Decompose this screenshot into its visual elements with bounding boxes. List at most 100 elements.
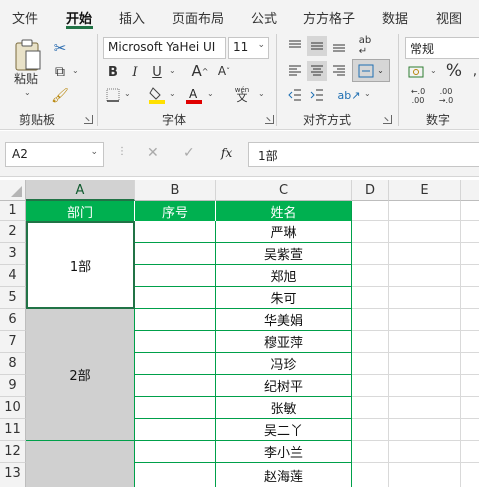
row-header-8[interactable]: 8 — [0, 353, 26, 375]
tab-fangfang[interactable]: 方方格子 — [303, 8, 355, 27]
borders-icon[interactable] — [104, 85, 122, 105]
name-cell[interactable]: 李小兰 — [216, 441, 352, 463]
header-cell-name[interactable]: 姓名 — [216, 201, 352, 221]
font-color-dropdown-icon[interactable]: ⌄ — [207, 89, 214, 98]
number-format-select[interactable]: 常规 — [405, 37, 479, 59]
comma-style-icon[interactable]: , — [469, 61, 479, 81]
table-cell[interactable] — [135, 265, 216, 287]
row-header-11[interactable]: 11 — [0, 419, 26, 441]
wrap-text-icon[interactable]: ab ↵ — [355, 35, 375, 57]
fill-color-dropdown-icon[interactable]: ⌄ — [169, 89, 176, 98]
borders-dropdown-icon[interactable]: ⌄ — [124, 89, 131, 98]
row-header-2[interactable]: 2 — [0, 221, 26, 243]
name-cell[interactable]: 郑旭 — [216, 265, 352, 287]
font-color-icon[interactable]: A — [184, 85, 204, 105]
font-launcher-icon[interactable] — [265, 115, 274, 124]
increase-decimal-icon[interactable]: ←.0.00 — [406, 85, 430, 107]
table-cell[interactable] — [135, 419, 216, 441]
row-header-9[interactable]: 9 — [0, 375, 26, 397]
font-size-select[interactable]: 11 ⌄ — [228, 37, 269, 59]
merged-cell-group[interactable]: 1部 — [26, 221, 135, 309]
tab-view[interactable]: 视图 — [436, 8, 462, 27]
name-cell[interactable]: 吴紫萱 — [216, 243, 352, 265]
top-align-icon[interactable] — [285, 36, 305, 56]
table-cell[interactable] — [135, 287, 216, 309]
name-cell[interactable]: 张敏 — [216, 397, 352, 419]
row-header-13[interactable]: 13 — [0, 463, 26, 487]
cancel-icon[interactable]: ✕ — [147, 145, 159, 161]
row-header-6[interactable]: 6 — [0, 309, 26, 331]
merge-center-button[interactable]: ⌄ — [352, 59, 390, 82]
fill-color-icon[interactable] — [148, 85, 166, 105]
bold-button[interactable]: B — [104, 62, 122, 82]
accounting-format-icon[interactable] — [406, 62, 426, 82]
table-cell[interactable] — [135, 353, 216, 375]
name-cell[interactable]: 赵海莲 — [216, 463, 352, 487]
merged-cell-group[interactable] — [26, 441, 135, 487]
phonetic-dropdown-icon[interactable]: ⌄ — [258, 89, 265, 98]
tab-formulas[interactable]: 公式 — [251, 8, 277, 27]
name-cell[interactable]: 纪树平 — [216, 375, 352, 397]
table-cell[interactable] — [135, 397, 216, 419]
phonetic-guide-icon[interactable]: wén 文 — [231, 83, 253, 105]
copy-icon[interactable]: ⧉ — [50, 62, 70, 82]
paste-label[interactable]: 粘贴 — [14, 70, 38, 87]
row-header-12[interactable]: 12 — [0, 441, 26, 463]
column-header-d[interactable]: D — [352, 180, 389, 201]
alignment-launcher-icon[interactable] — [383, 115, 392, 124]
insert-function-button[interactable]: fx — [221, 146, 232, 160]
row-header-3[interactable]: 3 — [0, 243, 26, 265]
table-cell[interactable] — [135, 243, 216, 265]
row-header-1[interactable]: 1 — [0, 201, 26, 221]
table-cell[interactable] — [135, 375, 216, 397]
percent-style-button[interactable]: % — [444, 61, 464, 81]
select-all-button[interactable] — [0, 180, 26, 201]
drag-handle-icon[interactable]: ⋮ — [117, 146, 127, 157]
name-box[interactable]: A2 ⌄ — [5, 142, 104, 167]
underline-button[interactable]: U — [148, 62, 166, 82]
tab-data[interactable]: 数据 — [382, 8, 408, 27]
orientation-dropdown-icon[interactable]: ⌄ — [364, 89, 371, 98]
align-left-icon[interactable] — [285, 61, 305, 81]
tab-home[interactable]: 开始 — [66, 8, 92, 27]
middle-align-icon[interactable] — [307, 36, 327, 56]
row-header-5[interactable]: 5 — [0, 287, 26, 309]
table-cell[interactable] — [135, 331, 216, 353]
table-cell[interactable] — [135, 309, 216, 331]
increase-font-icon[interactable]: A ^ — [191, 61, 209, 81]
name-cell[interactable]: 华美娟 — [216, 309, 352, 331]
orientation-icon[interactable]: ab↗ — [338, 85, 361, 105]
cut-icon[interactable]: ✂ — [50, 38, 70, 58]
table-cell[interactable] — [135, 221, 216, 243]
underline-dropdown-icon[interactable]: ⌄ — [169, 66, 176, 75]
table-cell[interactable] — [135, 441, 216, 463]
merged-cell-group[interactable]: 2部 — [26, 309, 135, 441]
row-header-10[interactable]: 10 — [0, 397, 26, 419]
column-header-b[interactable]: B — [135, 180, 216, 201]
header-cell-department[interactable]: 部门 — [26, 201, 135, 221]
align-center-icon[interactable] — [307, 61, 327, 81]
decrease-indent-icon[interactable] — [285, 85, 305, 105]
enter-icon[interactable]: ✓ — [183, 145, 195, 161]
table-cell[interactable] — [135, 463, 216, 487]
format-painter-icon[interactable]: 🖌 — [50, 86, 70, 106]
row-header-7[interactable]: 7 — [0, 331, 26, 353]
decrease-font-icon[interactable]: Aˇ — [215, 61, 233, 81]
paste-dropdown-icon[interactable]: ⌄ — [24, 88, 31, 97]
tab-page-layout[interactable]: 页面布局 — [172, 8, 224, 27]
increase-indent-icon[interactable] — [307, 85, 327, 105]
name-cell[interactable]: 穆亚萍 — [216, 331, 352, 353]
name-cell[interactable]: 严琳 — [216, 221, 352, 243]
copy-dropdown-icon[interactable]: ⌄ — [72, 66, 79, 75]
italic-button[interactable]: I — [126, 62, 144, 82]
name-cell[interactable]: 吴二丫 — [216, 419, 352, 441]
header-cell-number[interactable]: 序号 — [135, 201, 216, 221]
column-header-c[interactable]: C — [216, 180, 352, 201]
column-header-a[interactable]: A — [26, 180, 135, 201]
row-header-4[interactable]: 4 — [0, 265, 26, 287]
formula-input[interactable]: 1部 — [248, 142, 479, 167]
align-right-icon[interactable] — [329, 61, 349, 81]
tab-insert[interactable]: 插入 — [119, 8, 145, 27]
name-cell[interactable]: 朱可 — [216, 287, 352, 309]
column-header-e[interactable]: E — [389, 180, 461, 201]
